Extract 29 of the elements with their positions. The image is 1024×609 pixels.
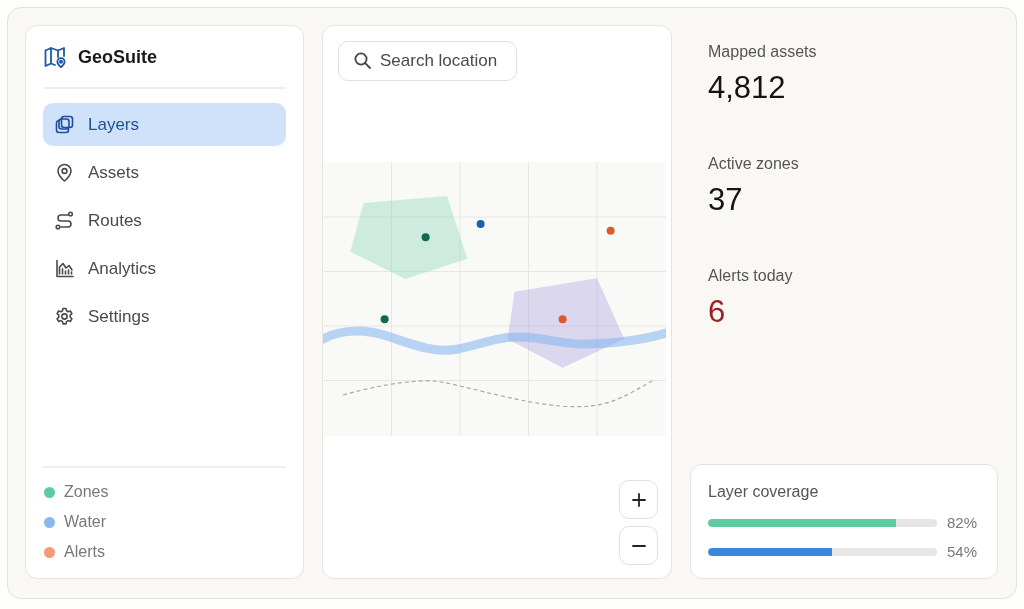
stat-label: Alerts today xyxy=(708,266,794,286)
legend-label: Alerts xyxy=(64,542,105,562)
route-icon xyxy=(55,211,74,230)
stat-value: 37 xyxy=(708,182,744,218)
coverage-title: Layer coverage xyxy=(708,482,820,502)
layers-icon xyxy=(55,115,74,134)
map-pin-logo-icon xyxy=(44,46,66,68)
map-pin-icon xyxy=(55,163,74,182)
minus-icon xyxy=(631,544,646,547)
stat-label: Mapped assets xyxy=(708,42,818,62)
zoom-in-button[interactable] xyxy=(619,480,658,519)
nav-item[interactable]: Routes xyxy=(43,199,286,242)
legend-label: Water xyxy=(64,512,107,532)
legend-label: Zones xyxy=(64,482,109,502)
gear-icon xyxy=(55,307,74,326)
nav-item[interactable]: Assets xyxy=(43,151,286,194)
search-icon xyxy=(354,52,371,69)
coverage-percent: 54% xyxy=(947,541,978,562)
brand-name: GeoSuite xyxy=(78,45,157,69)
chart-icon xyxy=(55,259,74,278)
search-field[interactable]: Search location xyxy=(338,41,517,81)
nav-item[interactable]: Analytics xyxy=(43,247,286,290)
stat-value: 4,812 xyxy=(708,70,787,106)
stat-label: Active zones xyxy=(708,154,800,174)
coverage-percent: 82% xyxy=(947,512,978,533)
nav-item[interactable]: Layers xyxy=(43,103,286,146)
plus-icon xyxy=(631,492,646,507)
stat-value: 6 xyxy=(708,294,727,330)
nav-item[interactable]: Settings xyxy=(43,295,286,338)
